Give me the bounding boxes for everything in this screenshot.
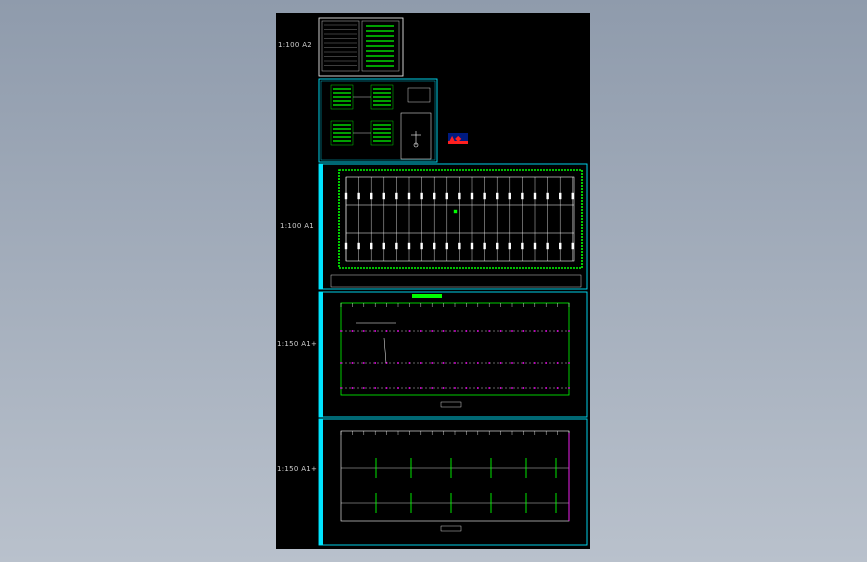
sheet-4-lighting-plan[interactable] <box>318 291 588 418</box>
drawing-canvas[interactable]: 1:100 A2 1:100 A1 1:150 A1+ 1:150 A1+ ▲◆ <box>276 13 590 549</box>
sheet-3-floor-plan[interactable] <box>318 163 588 290</box>
antenna-icon <box>411 131 421 148</box>
sheet-2-system-diagram[interactable] <box>318 78 438 163</box>
drawing-svg: ▲◆ <box>318 17 588 546</box>
sheet-1-legend[interactable] <box>318 17 404 77</box>
sheet-5-power-plan[interactable] <box>318 418 588 546</box>
power-grid <box>340 431 570 521</box>
lighting-grid <box>340 303 570 389</box>
floor-plan-grid <box>344 177 574 261</box>
cad-logo-icon: ▲◆ <box>448 133 468 144</box>
